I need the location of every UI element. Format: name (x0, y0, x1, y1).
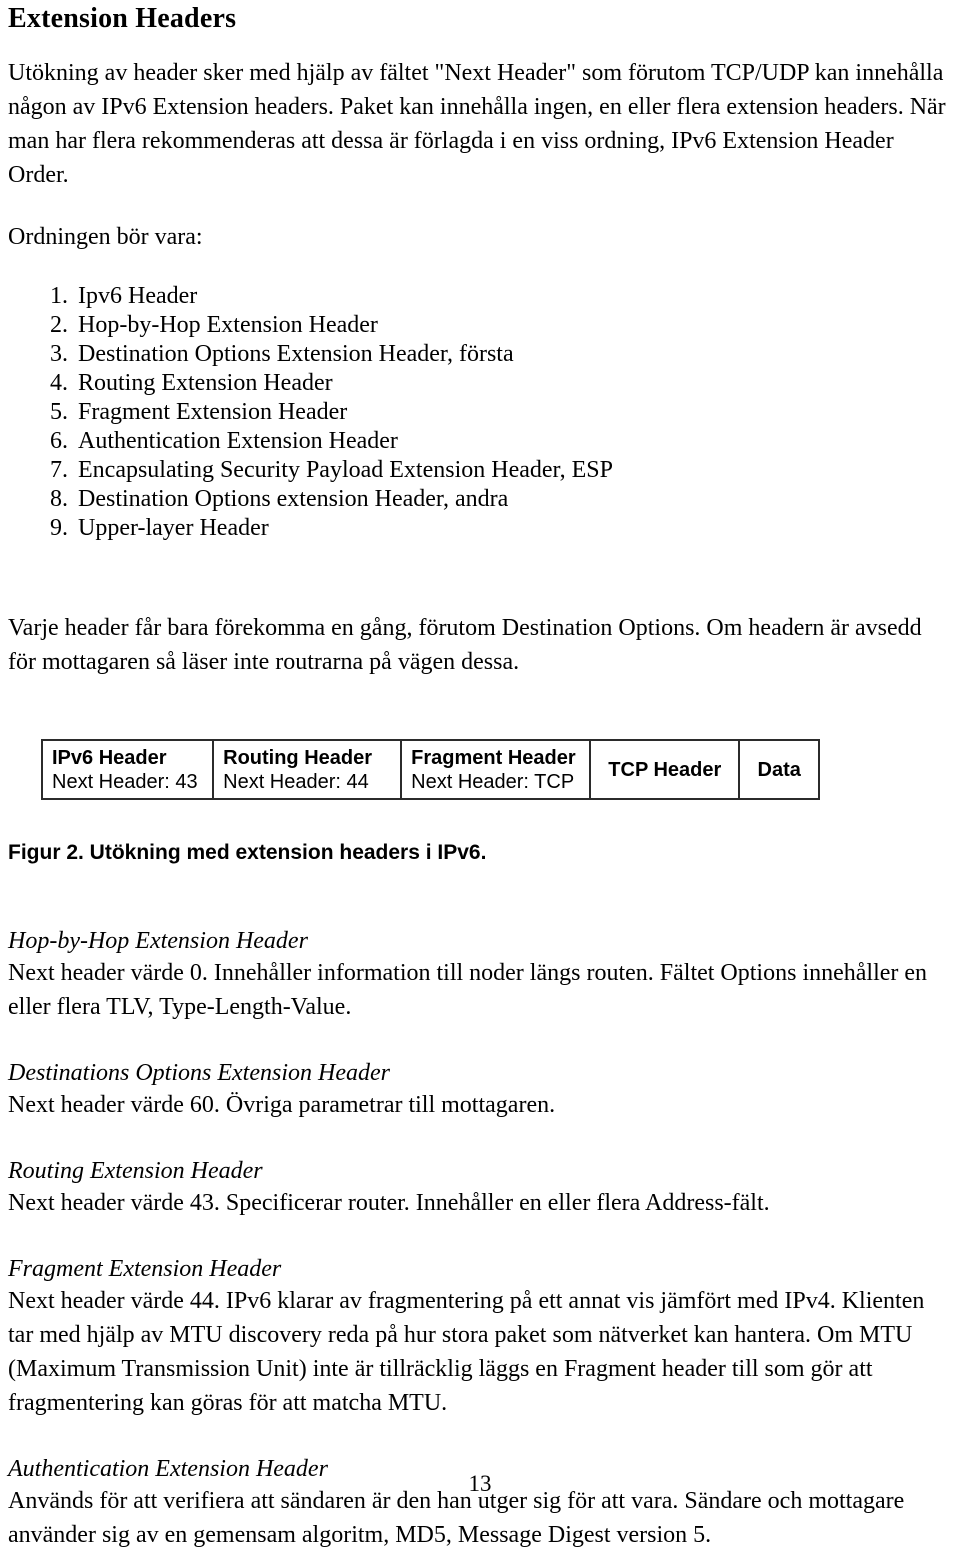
section-body-fragment: Next header värde 44. IPv6 klarar av fra… (8, 1288, 925, 1416)
list-item-label: Fragment Extension Header (78, 399, 348, 425)
header-order-list: 1. Ipv6 Header 2. Hop-by-Hop Extension H… (8, 282, 952, 543)
packet-figure: IPv6 Header Next Header: 43 Routing Head… (41, 739, 952, 800)
list-item-label: Ipv6 Header (78, 283, 198, 309)
packet-cell-title: Fragment Header (411, 746, 576, 769)
list-item-number: 6. (50, 428, 68, 454)
list-item-label: Hop-by-Hop Extension Header (78, 312, 378, 338)
list-item-number: 3. (50, 341, 68, 367)
packet-cell-fragment-header: Fragment Header Next Header: TCP (402, 741, 592, 798)
list-item: 4. Routing Extension Header (8, 369, 952, 398)
list-item-label: Destination Options Extension Header, fö… (78, 341, 514, 367)
section-body-routing: Next header värde 43. Specificerar route… (8, 1190, 770, 1216)
document-page: Extension Headers Utökning av header ske… (0, 0, 960, 1548)
list-item-number: 9. (50, 515, 68, 541)
list-item: 7. Encapsulating Security Payload Extens… (8, 456, 952, 485)
section-body-hop-by-hop: Next header värde 0. Innehåller informat… (8, 960, 928, 1020)
packet-cell-next-header: Next Header: TCP (411, 770, 575, 793)
packet-cell-ipv6-header: IPv6 Header Next Header: 43 (43, 741, 215, 798)
page-content: Extension Headers Utökning av header ske… (8, 0, 952, 1552)
packet-cell-title: Data (757, 758, 801, 781)
packet-cell-tcp-header: TCP Header (591, 741, 741, 798)
packet-cell-data: Data (740, 741, 818, 798)
section-heading-hop-by-hop: Hop-by-Hop Extension Header (8, 928, 308, 954)
intro-paragraph: Utökning av header sker med hjälp av fäl… (8, 60, 946, 188)
list-item: 5. Fragment Extension Header (8, 398, 952, 427)
packet-cell-next-header: Next Header: 44 (223, 770, 369, 793)
list-item-label: Encapsulating Security Payload Extension… (78, 457, 613, 483)
packet-cell-routing-header: Routing Header Next Header: 44 (214, 741, 403, 798)
packet-diagram: IPv6 Header Next Header: 43 Routing Head… (41, 739, 820, 800)
section-heading-routing: Routing Extension Header (8, 1158, 263, 1184)
section-heading-fragment: Fragment Extension Header (8, 1256, 282, 1282)
list-item-number: 8. (50, 486, 68, 512)
list-item-number: 5. (50, 399, 68, 425)
packet-cell-title: Routing Header (223, 746, 373, 769)
list-item-label: Authentication Extension Header (78, 428, 398, 454)
list-item-number: 7. (50, 457, 68, 483)
list-item-number: 1. (50, 283, 68, 309)
page-number: 13 (468, 1471, 492, 1496)
section-body-destinations-options: Next header värde 60. Övriga parametrar … (8, 1092, 556, 1118)
order-intro-text: Ordningen bör vara: (8, 224, 203, 250)
page-title: Extension Headers (8, 3, 237, 34)
list-item: 6. Authentication Extension Header (8, 427, 952, 456)
figure-caption: Figur 2. Utökning med extension headers … (8, 841, 487, 864)
list-item-number: 4. (50, 370, 68, 396)
packet-cell-title: IPv6 Header (52, 746, 167, 769)
section-heading-destinations-options: Destinations Options Extension Header (8, 1060, 390, 1086)
list-item-label: Upper-layer Header (78, 515, 269, 541)
list-item: 8. Destination Options extension Header,… (8, 485, 952, 514)
list-item-label: Routing Extension Header (78, 370, 333, 396)
list-item-number: 2. (50, 312, 68, 338)
after-list-paragraph: Varje header får bara förekomma en gång,… (8, 615, 922, 675)
list-item: 1. Ipv6 Header (8, 282, 952, 311)
packet-cell-title: TCP Header (608, 758, 722, 781)
list-item: 9. Upper-layer Header (8, 514, 952, 543)
list-item: 3. Destination Options Extension Header,… (8, 340, 952, 369)
list-item-label: Destination Options extension Header, an… (78, 486, 509, 512)
packet-cell-next-header: Next Header: 43 (52, 770, 198, 793)
list-item: 2. Hop-by-Hop Extension Header (8, 311, 952, 340)
